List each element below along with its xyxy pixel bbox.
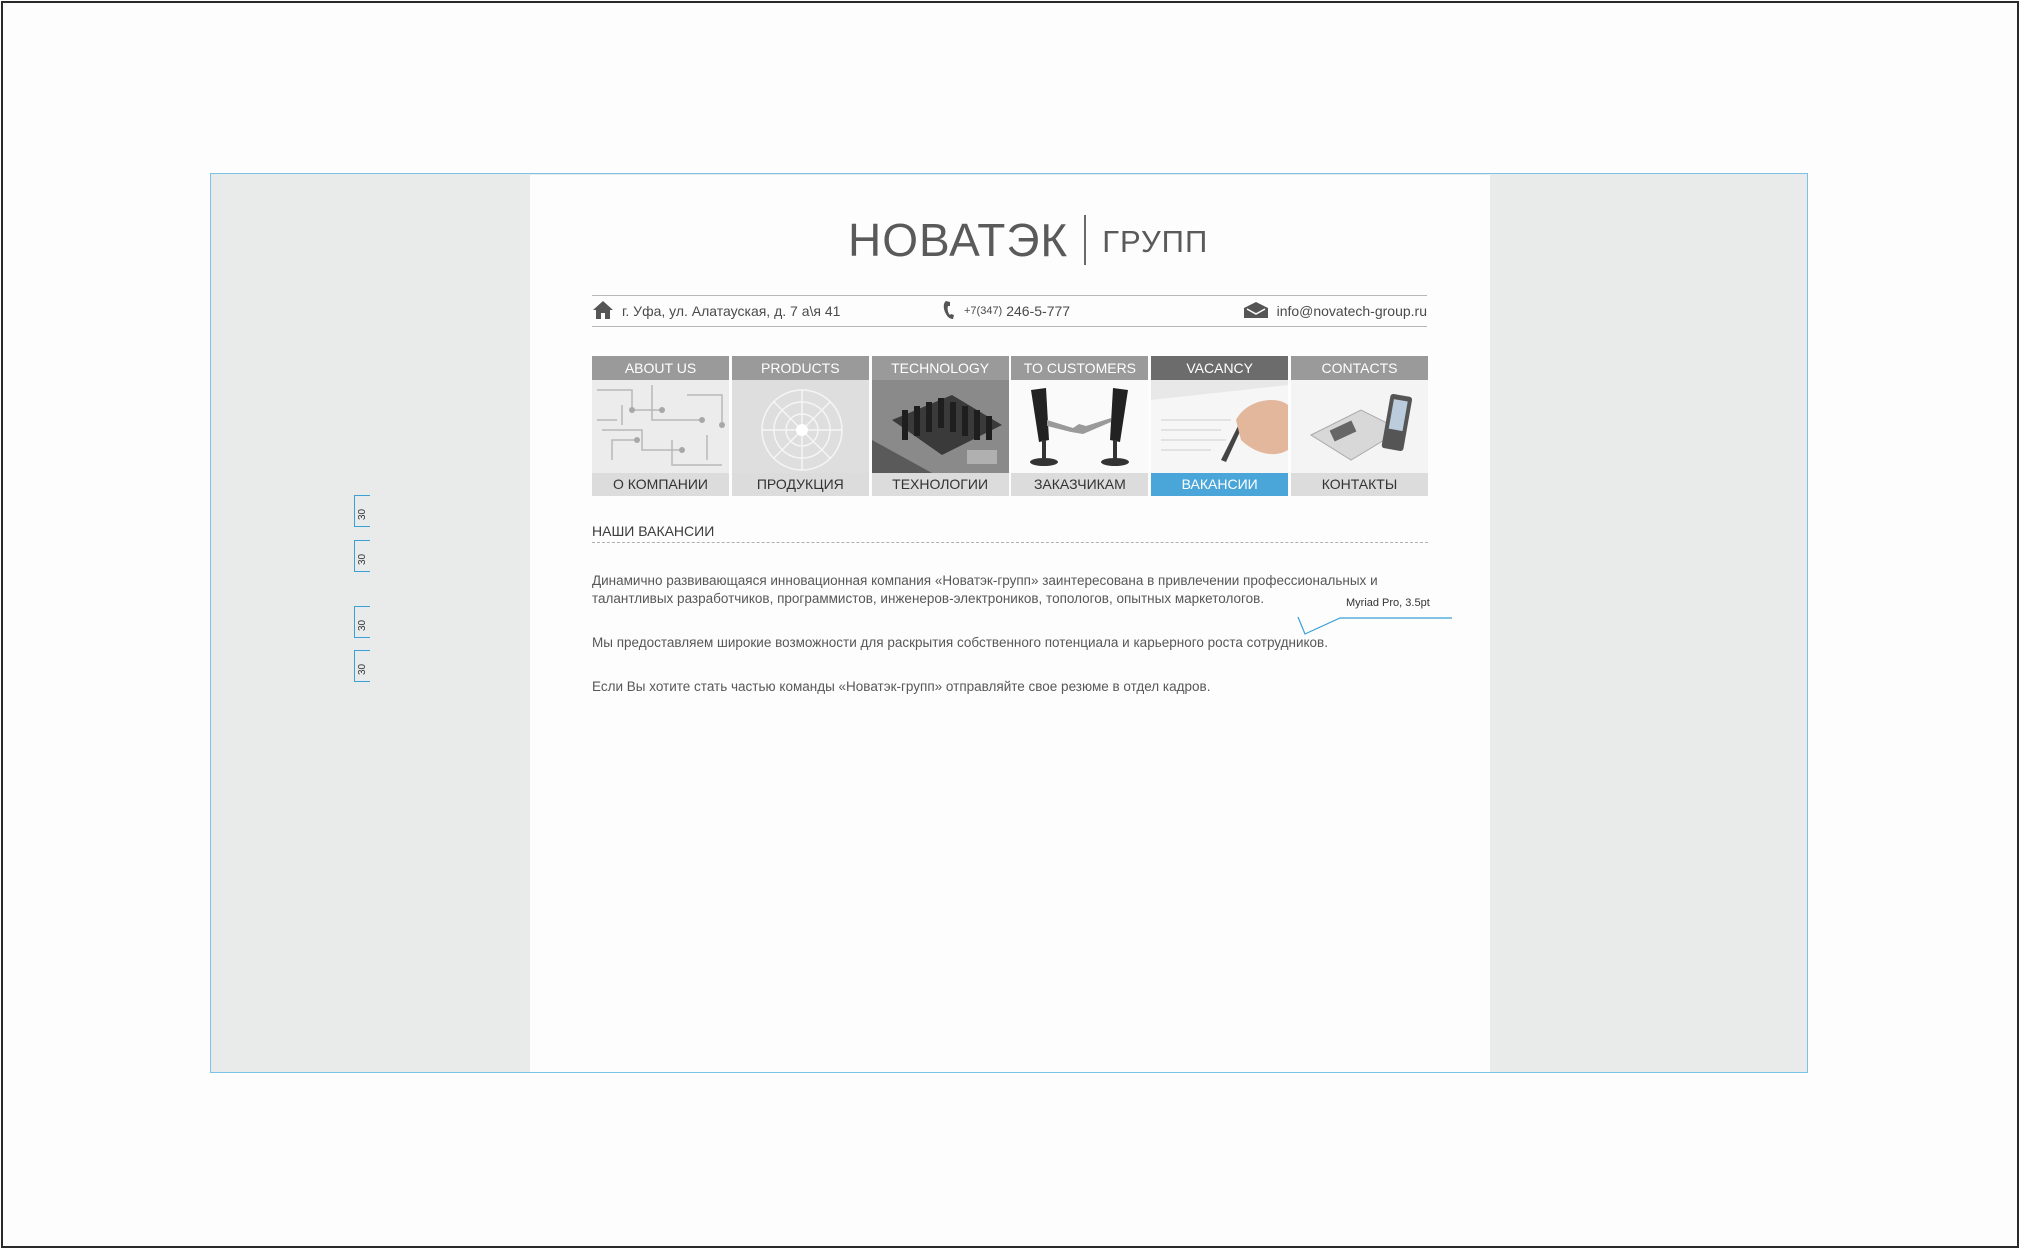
spacing-label: 30 <box>357 508 368 520</box>
phone-icon <box>942 300 964 323</box>
nav-en-label: CONTACTS <box>1290 356 1428 380</box>
resume-paragraph: Если Вы хотите стать частью команды «Нов… <box>592 679 1211 694</box>
nav-ru-label: ТЕХНОЛОГИИ <box>871 473 1009 496</box>
home-icon <box>592 300 622 323</box>
heatsink-image <box>871 380 1009 473</box>
mail-icon <box>1243 301 1277 322</box>
nav-item-vacancy[interactable]: VACANCY ВАКАНСИИ <box>1151 356 1289 496</box>
nav-item-contacts[interactable]: CONTACTS КОНТАКТЫ <box>1290 356 1428 496</box>
nav-en-label: TO CUSTOMERS <box>1011 356 1149 380</box>
logo-divider <box>1084 215 1087 265</box>
nav-ru-label: ПРОДУКЦИЯ <box>731 473 869 496</box>
nav-item-products[interactable]: PRODUCTS ПРОДУКЦИЯ <box>731 356 869 496</box>
nav-en-label: ABOUT US <box>592 356 729 380</box>
email-info[interactable]: info@novatech-group.ru <box>1243 299 1427 323</box>
address-text: г. Уфа, ул. Алатауская, д. 7 а\я 41 <box>622 303 841 319</box>
contact-bar: г. Уфа, ул. Алатауская, д. 7 а\я 41 +7(3… <box>592 295 1427 327</box>
intro-paragraph: Динамично развивающаяся инновационная ко… <box>592 573 1378 606</box>
nav-item-about-us[interactable]: ABOUT US О КОМПАНИИ <box>592 356 729 496</box>
nav-en-label: PRODUCTS <box>731 356 869 380</box>
section-title: НАШИ ВАКАНСИИ <box>592 523 715 539</box>
logo-name: НОВАТЭК <box>848 214 1069 266</box>
writing-hand-image <box>1151 380 1289 473</box>
address-info: г. Уфа, ул. Алатауская, д. 7 а\я 41 <box>592 299 840 323</box>
nav-en-label: TECHNOLOGY <box>871 356 1009 380</box>
nav-ru-label: О КОМПАНИИ <box>592 473 729 496</box>
nav-item-to-customers[interactable]: TO CUSTOMERS ЗАКАЗЧИКАМ <box>1011 356 1149 496</box>
devices-image <box>1290 380 1428 473</box>
company-logo[interactable]: НОВАТЭК ГРУПП <box>848 210 1208 270</box>
font-callout-label: Myriad Pro, 3.5pt <box>1346 597 1430 609</box>
layout-canvas: НОВАТЭК ГРУПП г. Уфа, ул. Алатауская, д.… <box>210 173 1808 1073</box>
spacing-label: 30 <box>357 553 368 565</box>
nav-ru-label: КОНТАКТЫ <box>1290 473 1428 496</box>
handshake-image <box>1011 380 1149 473</box>
section-divider <box>592 542 1428 543</box>
tech-sphere-image <box>731 380 869 473</box>
nav-ru-label: ВАКАНСИИ <box>1151 473 1289 496</box>
spacing-label: 30 <box>357 619 368 631</box>
circuit-board-image <box>592 380 729 473</box>
logo-suffix: ГРУПП <box>1102 224 1209 259</box>
nav-en-label: VACANCY <box>1151 356 1289 380</box>
main-nav: ABOUT US О КОМПАНИИ PRODUCTS ПРОДУКЦИЯ T… <box>592 356 1428 496</box>
phone-info[interactable]: +7(347) 246-5-777 <box>942 299 1070 323</box>
font-callout-line <box>1297 616 1452 635</box>
nav-ru-label: ЗАКАЗЧИКАМ <box>1011 473 1149 496</box>
spacing-label: 30 <box>357 663 368 675</box>
email-text: info@novatech-group.ru <box>1276 303 1427 319</box>
phone-number: 246-5-777 <box>1006 303 1071 319</box>
nav-item-technology[interactable]: TECHNOLOGY ТЕХНОЛОГИИ <box>871 356 1009 496</box>
phone-code: +7(347) <box>964 305 1003 317</box>
